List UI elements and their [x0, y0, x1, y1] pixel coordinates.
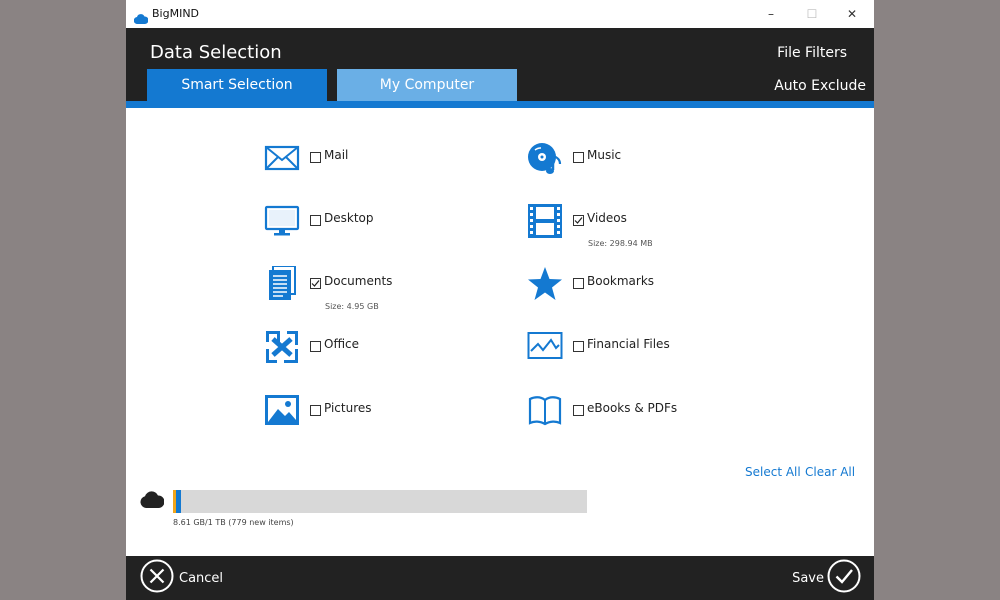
star-icon: [527, 266, 563, 302]
pictures-checkbox[interactable]: [310, 405, 321, 416]
mail-checkbox[interactable]: [310, 152, 321, 163]
tab-underline: [126, 101, 874, 108]
ebooks-checkbox[interactable]: [573, 405, 584, 416]
bookmarks-label: Bookmarks: [587, 274, 655, 288]
footer: Cancel Save: [126, 556, 874, 600]
minimize-button[interactable]: –: [751, 0, 791, 28]
videos-size: Size: 298.94 MB: [588, 239, 653, 248]
auto-exclude-link[interactable]: Auto Exclude: [774, 78, 866, 94]
clear-all-link[interactable]: Clear All: [805, 465, 855, 479]
cancel-label: Cancel: [179, 570, 224, 586]
music-label: Music: [587, 148, 622, 162]
app-window: BigMIND – ☐ ✕ Data Selection File Filter…: [126, 0, 874, 600]
close-button[interactable]: ✕: [832, 0, 872, 28]
save-check-icon: [827, 559, 861, 597]
financial-files-checkbox[interactable]: [573, 341, 584, 352]
office-label: Office: [324, 337, 360, 351]
open-book-icon: [527, 393, 563, 429]
page-title: Data Selection: [150, 42, 282, 63]
app-title: BigMIND: [152, 7, 200, 20]
videos-icon: [527, 203, 563, 239]
bigmind-logo-icon: [133, 9, 149, 28]
bookmarks-checkbox[interactable]: [573, 278, 584, 289]
maximize-button[interactable]: ☐: [792, 0, 832, 28]
office-checkbox[interactable]: [310, 341, 321, 352]
select-all-link[interactable]: Select All: [745, 465, 801, 479]
mail-icon: [264, 140, 300, 176]
pictures-label: Pictures: [324, 401, 372, 415]
cloud-icon: [140, 491, 165, 512]
desktop-icon: [264, 203, 300, 239]
music-checkbox[interactable]: [573, 152, 584, 163]
pictures-icon: [264, 393, 300, 429]
header: Data Selection File Filters Auto Exclude…: [126, 28, 874, 101]
music-icon: [527, 140, 563, 176]
desktop-checkbox[interactable]: [310, 215, 321, 226]
documents-icon: [264, 265, 300, 302]
title-bar: BigMIND – ☐ ✕: [126, 0, 874, 28]
financial-files-label: Financial Files: [587, 337, 670, 351]
storage-usage-bar: [173, 490, 587, 513]
documents-checkbox[interactable]: [310, 278, 321, 289]
videos-label: Videos: [587, 211, 627, 225]
office-icon: [264, 329, 300, 365]
save-label: Save: [792, 570, 824, 586]
documents-size: Size: 4.95 GB: [325, 302, 379, 311]
tab-my-computer[interactable]: My Computer: [337, 69, 517, 101]
file-filters-link[interactable]: File Filters: [777, 45, 847, 61]
storage-used-segment: [176, 490, 181, 513]
cancel-button[interactable]: Cancel: [140, 559, 224, 597]
ebooks-label: eBooks & PDFs: [587, 401, 678, 415]
cancel-x-icon: [140, 559, 174, 597]
financial-chart-icon: [527, 329, 563, 365]
documents-label: Documents: [324, 274, 393, 288]
desktop-label: Desktop: [324, 211, 374, 225]
save-button[interactable]: Save: [792, 559, 861, 597]
mail-label: Mail: [324, 148, 349, 162]
storage-usage-text: 8.61 GB/1 TB (779 new items): [173, 518, 294, 527]
videos-checkbox[interactable]: [573, 215, 584, 226]
tab-smart-selection[interactable]: Smart Selection: [147, 69, 327, 101]
